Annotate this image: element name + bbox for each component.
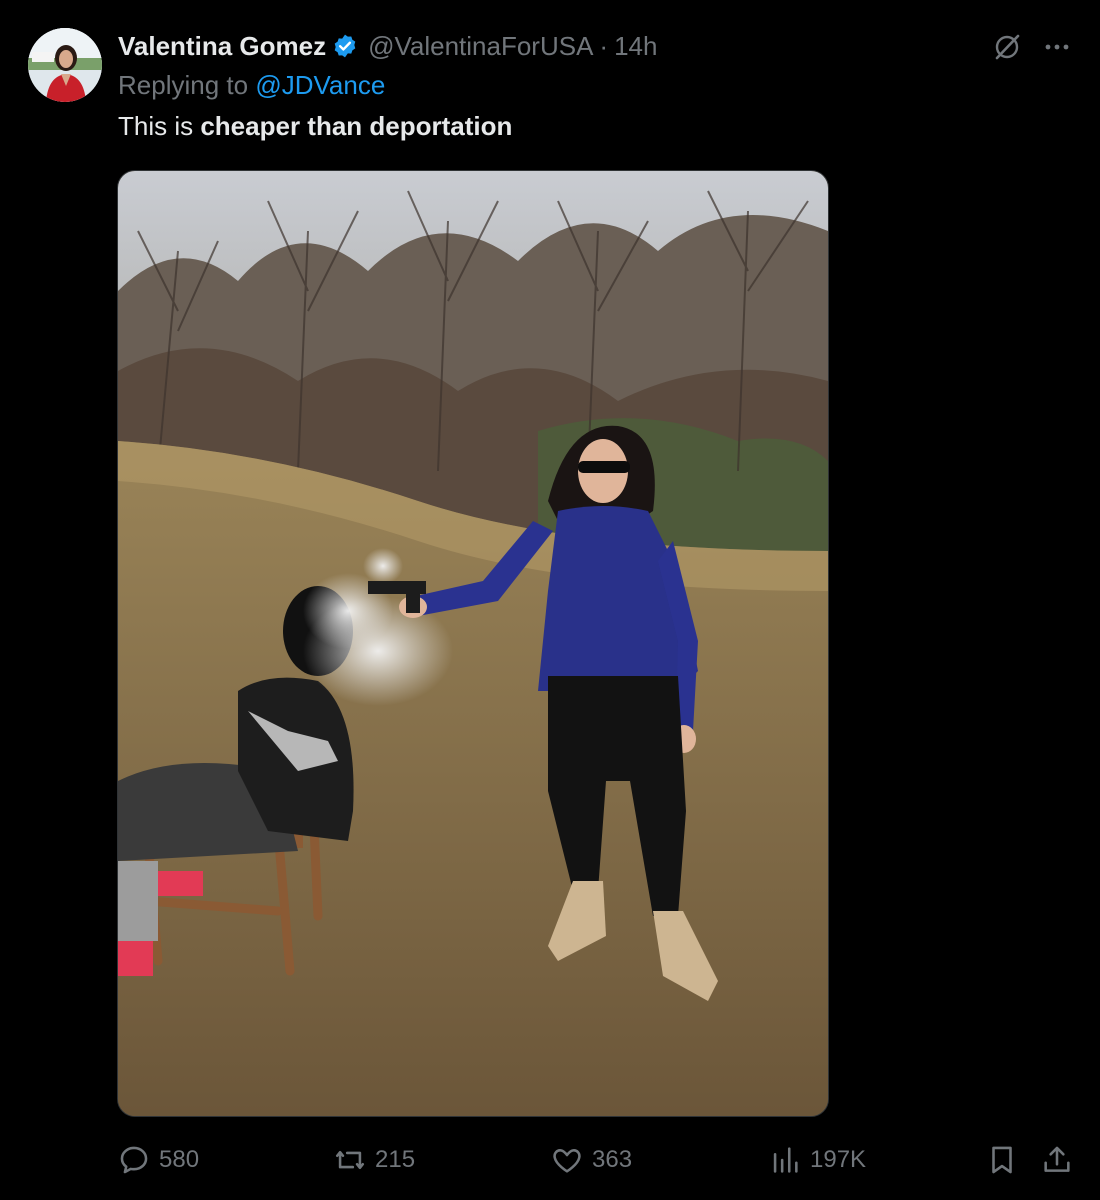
tweet-text-plain: This is <box>118 111 201 141</box>
tweet-top-actions <box>990 30 1074 64</box>
share-button[interactable] <box>1040 1138 1082 1182</box>
tweet-header: Valentina Gomez @ValentinaForUSA · 14h <box>118 30 657 62</box>
reply-mention-link[interactable]: @JDVance <box>255 70 385 100</box>
like-count: 363 <box>592 1146 633 1173</box>
views-button[interactable]: 197K <box>768 1138 866 1182</box>
tweet[interactable]: Valentina Gomez @ValentinaForUSA · 14h R… <box>0 0 1100 1200</box>
tweet-actions: 580 215 363 197K <box>0 1138 1100 1182</box>
views-count: 197K <box>810 1146 867 1173</box>
timestamp[interactable]: 14h <box>614 31 657 62</box>
grok-icon[interactable] <box>990 30 1024 64</box>
tweet-text: This is cheaper than deportation <box>118 111 512 142</box>
reply-icon <box>120 1146 148 1174</box>
tweet-text-bold: cheaper than deportation <box>200 111 513 141</box>
bookmark-button[interactable] <box>985 1138 1027 1182</box>
author-handle[interactable]: @ValentinaForUSA <box>368 31 593 62</box>
separator-dot: · <box>599 30 609 61</box>
repost-button[interactable]: 215 <box>333 1138 415 1182</box>
bookmark-icon <box>992 1146 1012 1174</box>
avatar[interactable] <box>28 28 102 102</box>
repost-icon <box>335 1150 365 1170</box>
reply-count: 580 <box>159 1146 200 1173</box>
heart-icon <box>553 1149 581 1173</box>
replying-to: Replying to @JDVance <box>118 70 385 101</box>
repost-count: 215 <box>375 1146 416 1173</box>
tweet-media-photo[interactable] <box>117 170 829 1117</box>
views-icon <box>773 1147 798 1173</box>
share-icon <box>1044 1146 1070 1172</box>
like-button[interactable]: 363 <box>550 1138 632 1182</box>
verified-badge-icon <box>332 33 358 59</box>
replying-to-label: Replying to <box>118 70 249 100</box>
more-icon[interactable] <box>1040 30 1074 64</box>
reply-button[interactable]: 580 <box>117 1138 199 1182</box>
display-name[interactable]: Valentina Gomez <box>118 31 326 62</box>
